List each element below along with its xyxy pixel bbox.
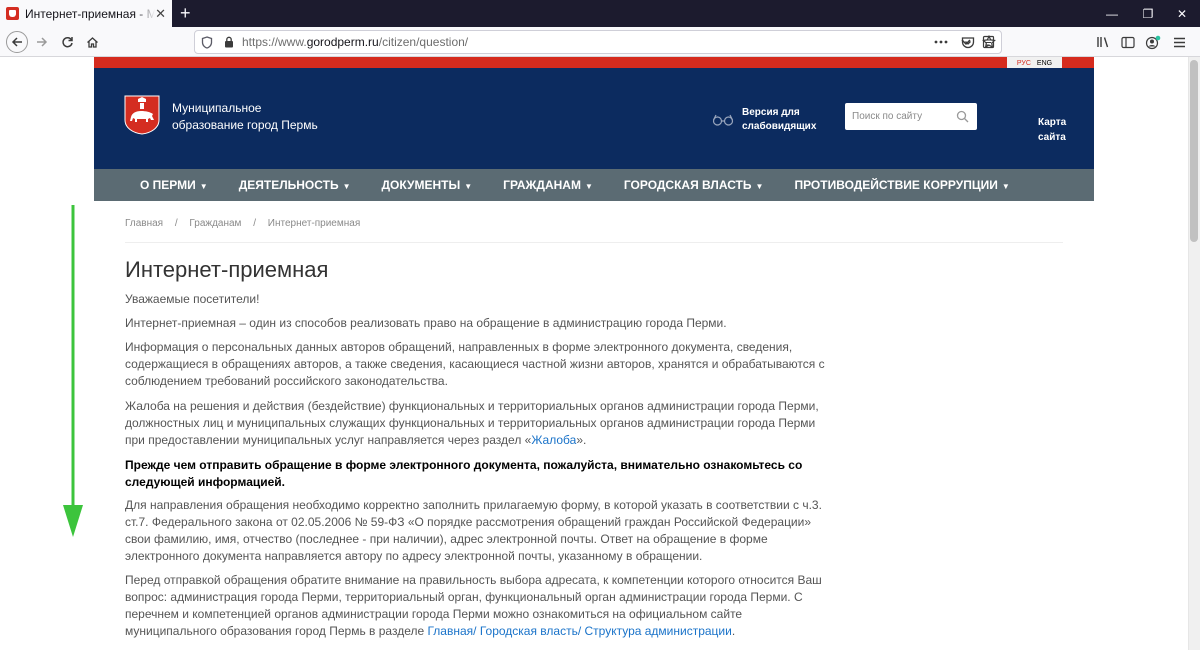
- tab-title: Интернет-приемная - Муниц: [25, 6, 156, 21]
- personal-data-paragraph: Информация о персональных данных авторов…: [125, 340, 825, 388]
- url-text[interactable]: https://www.gorodperm.ru/citizen/questio…: [242, 35, 468, 49]
- nav-item-activity[interactable]: ДЕЯТЕЛЬНОСТЬ ▼: [239, 178, 351, 192]
- tab-strip: Интернет-приемная - Муниц ✕ + — ❐ ✕: [0, 0, 1200, 27]
- tab-close-icon[interactable]: ✕: [155, 7, 166, 20]
- library-icon[interactable]: [1092, 31, 1114, 53]
- menu-hamburger-icon[interactable]: [1168, 31, 1190, 53]
- complaint-paragraph: Жалоба на решения и действия (бездействи…: [125, 398, 825, 449]
- lang-en-link[interactable]: ENG: [1037, 60, 1052, 67]
- breadcrumb-citizens[interactable]: Гражданам: [189, 218, 241, 229]
- nav-item-city-government[interactable]: ГОРОДСКАЯ ВЛАСТЬ ▼: [624, 178, 764, 192]
- caret-down-icon: ▼: [199, 182, 208, 191]
- requirements-paragraph: Для направления обращения необходимо кор…: [125, 498, 822, 563]
- breadcrumb-current: Интернет-приемная: [267, 218, 361, 229]
- site-logo-title[interactable]: Муниципальное образование город Пермь: [172, 100, 318, 134]
- account-icon[interactable]: [1142, 31, 1164, 53]
- page-title: Интернет-приемная: [125, 257, 329, 282]
- breadcrumb-separator: /: [253, 218, 256, 229]
- nav-item-citizens[interactable]: ГРАЖДАНАМ ▼: [503, 178, 593, 192]
- forward-button[interactable]: [31, 31, 53, 53]
- sitemap-line-1: Карта: [1038, 117, 1067, 128]
- new-tab-button[interactable]: +: [180, 3, 191, 23]
- divider: [125, 242, 1063, 243]
- logo-line-1: Муниципальное: [172, 101, 262, 115]
- bookmark-star-icon[interactable]: [978, 31, 1000, 53]
- main-nav: О ПЕРМИ ▼ ДЕЯТЕЛЬНОСТЬ ▼ ДОКУМЕНТЫ ▼ ГРАЖДА…: [94, 169, 1094, 201]
- nav-item-anti-corruption[interactable]: ПРОТИВОДЕЙСТВИЕ КОРРУПЦИИ ▼: [794, 178, 1009, 192]
- home-icon: [86, 36, 98, 48]
- close-window-button[interactable]: ✕: [1164, 0, 1200, 27]
- home-button[interactable]: [81, 31, 103, 53]
- lock-icon[interactable]: [224, 35, 236, 49]
- caret-down-icon: ▼: [1001, 182, 1010, 191]
- reload-button[interactable]: [56, 31, 78, 53]
- browser-toolbar: https://www.gorodperm.ru/citizen/questio…: [0, 27, 1200, 57]
- header-bar: Муниципальное образование город Пермь Ве…: [94, 68, 1094, 169]
- caret-down-icon: ▼: [342, 182, 351, 191]
- nav-item-label: ГРАЖДАНАМ: [503, 178, 581, 192]
- minimize-button[interactable]: —: [1094, 0, 1130, 27]
- nav-item-label: О ПЕРМИ: [140, 178, 196, 192]
- forward-arrow-icon: [37, 37, 48, 47]
- back-button[interactable]: [6, 31, 28, 53]
- address-bar[interactable]: https://www.gorodperm.ru/citizen/questio…: [194, 30, 1002, 54]
- addressee-paragraph: Перед отправкой обращения обратите внима…: [125, 572, 825, 640]
- low-vision-link[interactable]: Версия для слабовидящих: [712, 106, 816, 134]
- caret-down-icon: ▼: [464, 182, 473, 191]
- greeting-paragraph: Уважаемые посетители!: [125, 292, 260, 306]
- glasses-icon: [712, 114, 734, 126]
- caret-down-icon: ▼: [755, 182, 764, 191]
- caret-down-icon: ▼: [584, 182, 593, 191]
- search-icon[interactable]: [956, 110, 969, 123]
- nav-item-label: ПРОТИВОДЕЙСТВИЕ КОРРУПЦИИ: [794, 178, 998, 192]
- intro-paragraph: Интернет-приемная – один из способов реа…: [125, 316, 727, 330]
- low-vision-line-1: Версия для: [742, 107, 800, 118]
- page-actions-icon[interactable]: [932, 31, 950, 53]
- nav-item-label: ГОРОДСКАЯ ВЛАСТЬ: [623, 178, 752, 192]
- perm-crest-logo[interactable]: [124, 95, 160, 135]
- low-vision-line-2: слабовидящих: [742, 121, 817, 132]
- scrollbar-thumb[interactable]: [1190, 60, 1198, 242]
- sitemap-link[interactable]: Карта сайта: [1038, 115, 1066, 145]
- nav-item-label: ДЕЯТЕЛЬНОСТЬ: [238, 178, 339, 192]
- site-header: РУС ENG Муниципальное образование город …: [94, 57, 1094, 201]
- breadcrumb-home[interactable]: Главная: [125, 218, 163, 229]
- complaint-text: Жалоба на решения и действия (бездействи…: [125, 399, 819, 447]
- sidebar-icon[interactable]: [1117, 31, 1139, 53]
- breadcrumb-separator: /: [174, 218, 178, 229]
- sitemap-line-2: сайта: [1038, 132, 1066, 143]
- lang-ru-link[interactable]: РУС: [1017, 60, 1031, 67]
- restore-button[interactable]: ❐: [1130, 0, 1166, 27]
- logo-line-2: образование город Пермь: [172, 118, 318, 132]
- site-search: [845, 103, 977, 130]
- complaint-link[interactable]: Жалоба: [531, 433, 576, 447]
- nav-item-about-perm[interactable]: О ПЕРМИ ▼: [140, 178, 208, 192]
- nav-item-label: ДОКУМЕНТЫ: [381, 178, 461, 192]
- site-search-input[interactable]: [852, 111, 962, 122]
- back-arrow-icon: [11, 37, 22, 47]
- reload-icon: [61, 36, 73, 47]
- notice-paragraph: Прежде чем отправить обращение в форме э…: [125, 458, 803, 489]
- breadcrumb: Главная / Гражданам / Интернет-приемная: [125, 218, 360, 229]
- complaint-text-end: ».: [576, 433, 587, 447]
- site-favicon-icon: [6, 7, 19, 20]
- scroll-down-arrow-icon: [63, 205, 83, 537]
- structure-link[interactable]: Главная/ Городская власть/ Структура адм…: [427, 624, 731, 638]
- browser-tab[interactable]: Интернет-приемная - Муниц ✕: [0, 0, 172, 27]
- nav-item-documents[interactable]: ДОКУМЕНТЫ ▼: [382, 178, 473, 192]
- addressee-text-end: .: [731, 624, 736, 638]
- top-red-strip: РУС ENG: [94, 57, 1094, 69]
- tracking-shield-icon[interactable]: [201, 35, 215, 49]
- pocket-icon[interactable]: [957, 31, 979, 53]
